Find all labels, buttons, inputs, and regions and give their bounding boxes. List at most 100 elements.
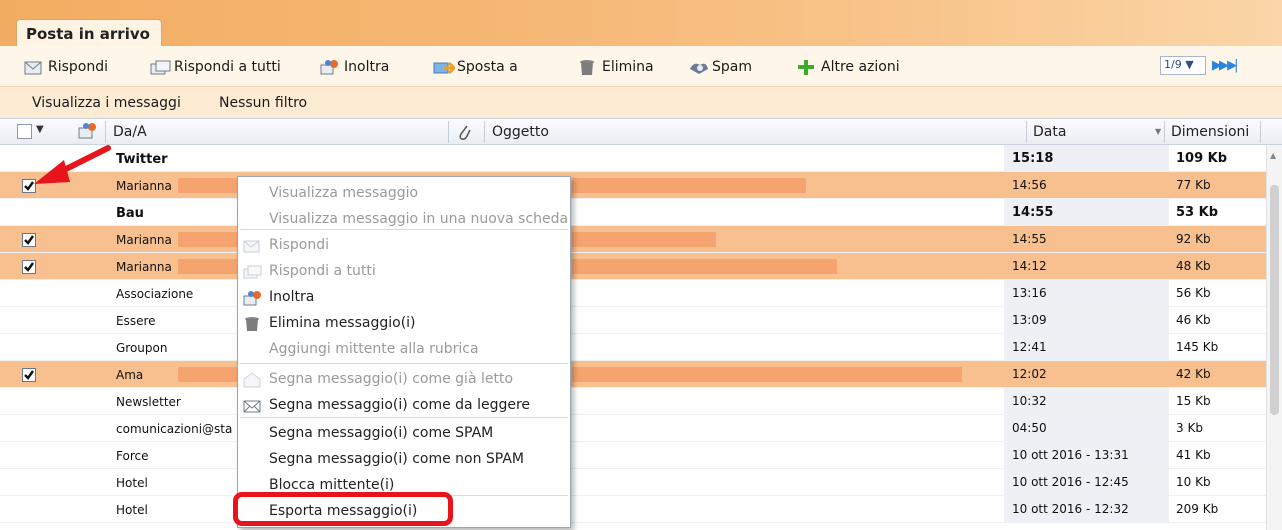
menu-item-visualizza-messaggio-in-una-nuova-scheda[interactable]: Visualizza messaggio in una nuova scheda	[238, 207, 570, 233]
toolbar: Rispondi Rispondi a tutti Inoltra Sposta…	[0, 46, 1282, 86]
column-header-subject[interactable]: Oggetto	[492, 124, 549, 140]
select-all-checkbox[interactable]	[17, 124, 32, 139]
move-label: Sposta a	[457, 59, 518, 75]
message-row[interactable]: Hotel 10 ott 2016 - 12:32 209 Kb	[0, 496, 1266, 523]
menu-item-rispondi[interactable]: Rispondi	[238, 233, 570, 259]
forward-label: Inoltra	[344, 59, 390, 75]
message-from: Marianna	[116, 179, 172, 193]
message-from: Hotel	[116, 476, 148, 490]
view-messages-link[interactable]: Visualizza i messaggi	[32, 95, 181, 111]
message-row[interactable]: Marianna 14:12 48 Kb	[0, 253, 1266, 280]
reply-all-button[interactable]: Rispondi a tutti	[150, 57, 281, 77]
message-date: 14:12	[1012, 259, 1047, 273]
no-filter-link[interactable]: Nessun filtro	[219, 95, 307, 111]
column-separator	[1026, 121, 1027, 143]
menu-item-aggiungi-mittente-alla-rubrica[interactable]: Aggiungi mittente alla rubrica	[238, 337, 570, 363]
row-checkbox-checked[interactable]	[22, 233, 36, 247]
message-row[interactable]: Marianna 14:56 77 Kb	[0, 172, 1266, 199]
message-list: Twitter 15:18 109 Kb Marianna 14:56 77 Kb Bau 1…	[0, 145, 1266, 523]
open-envelope-icon	[243, 372, 262, 388]
message-date: 15:18	[1012, 151, 1054, 166]
more-actions-button[interactable]: Altre azioni	[797, 57, 900, 77]
message-table-header: ▼ Da/A Oggetto Data ▼ Dimensioni	[0, 118, 1282, 145]
message-row[interactable]: Marianna 14:55 92 Kb	[0, 226, 1266, 253]
row-checkbox[interactable]	[22, 395, 36, 409]
row-checkbox[interactable]	[22, 341, 36, 355]
menu-item-segna-messaggio-i-come-da-leggere[interactable]: Segna messaggio(i) come da leggere	[238, 393, 570, 419]
sort-descending-icon[interactable]: ▼	[1155, 127, 1161, 136]
message-from: Marianna	[116, 233, 172, 247]
message-row[interactable]: comunicazioni@sta 04:50 3 Kb	[0, 415, 1266, 442]
scroll-thumb[interactable]	[1270, 185, 1279, 415]
menu-item-elimina-messaggio-i[interactable]: Elimina messaggio(i)	[238, 311, 570, 337]
menu-separator	[240, 363, 568, 364]
row-checkbox[interactable]	[22, 422, 36, 436]
message-row[interactable]: Associazione 13:16 56 Kb	[0, 280, 1266, 307]
message-row[interactable]: Force 10 ott 2016 - 13:31 41 Kb	[0, 442, 1266, 469]
row-checkbox[interactable]	[22, 206, 36, 220]
message-size: 41 Kb	[1176, 448, 1211, 462]
reply-button[interactable]: Rispondi	[24, 57, 108, 77]
column-separator	[448, 121, 449, 143]
column-separator	[1164, 121, 1165, 143]
message-from: Bau	[116, 206, 144, 221]
message-size: 10 Kb	[1176, 475, 1211, 489]
row-checkbox[interactable]	[22, 152, 36, 166]
menu-item-label: Visualizza messaggio in una nuova scheda	[269, 211, 569, 227]
row-checkbox[interactable]	[22, 503, 36, 517]
column-header-from[interactable]: Da/A	[113, 124, 147, 140]
row-checkbox[interactable]	[22, 449, 36, 463]
message-row[interactable]: Twitter 15:18 109 Kb	[0, 145, 1266, 172]
message-row[interactable]: Ama 12:02 42 Kb	[0, 361, 1266, 388]
message-row[interactable]: Bau 14:55 53 Kb	[0, 199, 1266, 226]
menu-item-label: Segna messaggio(i) come già letto	[269, 371, 514, 387]
menu-item-segna-messaggio-i-come-gi-letto[interactable]: Segna messaggio(i) come già letto	[238, 367, 570, 393]
message-date: 14:56	[1012, 178, 1047, 192]
redacted-sender	[178, 178, 238, 193]
redacted-subject	[572, 367, 962, 382]
more-actions-label: Altre azioni	[821, 59, 900, 75]
delete-button[interactable]: Elimina	[578, 57, 654, 77]
row-checkbox[interactable]	[22, 287, 36, 301]
menu-item-segna-messaggio-i-come-non-spam[interactable]: Segna messaggio(i) come non SPAM	[238, 447, 570, 473]
move-button[interactable]: Sposta a	[433, 57, 518, 77]
menu-item-label: Segna messaggio(i) come da leggere	[269, 397, 531, 413]
menu-item-label: Rispondi	[269, 237, 330, 253]
menu-item-segna-messaggio-i-come-spam[interactable]: Segna messaggio(i) come SPAM	[238, 421, 570, 447]
spam-button[interactable]: Spam	[688, 57, 752, 77]
row-checkbox-checked[interactable]	[22, 179, 36, 193]
vertical-scrollbar[interactable]: ▲	[1266, 145, 1282, 530]
message-row[interactable]: Hotel 10 ott 2016 - 12:45 10 Kb	[0, 469, 1266, 496]
message-row[interactable]: Groupon 12:41 145 Kb	[0, 334, 1266, 361]
forward-button[interactable]: Inoltra	[320, 57, 389, 77]
message-row[interactable]: Essere 13:09 46 Kb	[0, 307, 1266, 334]
filter-bar: Visualizza i messaggi Nessun filtro	[0, 86, 1282, 118]
row-checkbox[interactable]	[22, 314, 36, 328]
message-from: Groupon	[116, 341, 168, 355]
page-select[interactable]: 1/9 ▼	[1160, 56, 1206, 75]
message-size: 46 Kb	[1176, 313, 1211, 327]
row-checkbox-checked[interactable]	[22, 368, 36, 382]
message-date: 13:09	[1012, 313, 1047, 327]
next-page-icon[interactable]: ▶▶ ▶|	[1212, 58, 1238, 73]
column-header-size[interactable]: Dimensioni	[1171, 124, 1249, 140]
menu-item-label: Aggiungi mittente alla rubrica	[269, 341, 479, 357]
menu-item-rispondi-a-tutti[interactable]: Rispondi a tutti	[238, 259, 570, 285]
message-date: 14:55	[1012, 205, 1054, 220]
message-row[interactable]: Newsletter 10:32 15 Kb	[0, 388, 1266, 415]
redacted-sender	[178, 232, 238, 247]
reply-all-label: Rispondi a tutti	[174, 59, 281, 75]
plus-icon	[797, 59, 816, 76]
tab-inbox[interactable]: Posta in arrivo	[16, 19, 162, 47]
select-dropdown-icon[interactable]: ▼	[36, 124, 44, 135]
message-from: Force	[116, 449, 149, 463]
row-checkbox[interactable]	[22, 476, 36, 490]
redacted-subject	[572, 259, 837, 274]
message-date: 12:41	[1012, 340, 1047, 354]
scroll-up-icon[interactable]: ▲	[1270, 151, 1276, 160]
menu-item-inoltra[interactable]: Inoltra	[238, 285, 570, 311]
menu-item-visualizza-messaggio[interactable]: Visualizza messaggio	[238, 181, 570, 207]
redacted-sender	[178, 367, 238, 382]
column-header-date[interactable]: Data	[1033, 124, 1066, 140]
row-checkbox-checked[interactable]	[22, 260, 36, 274]
